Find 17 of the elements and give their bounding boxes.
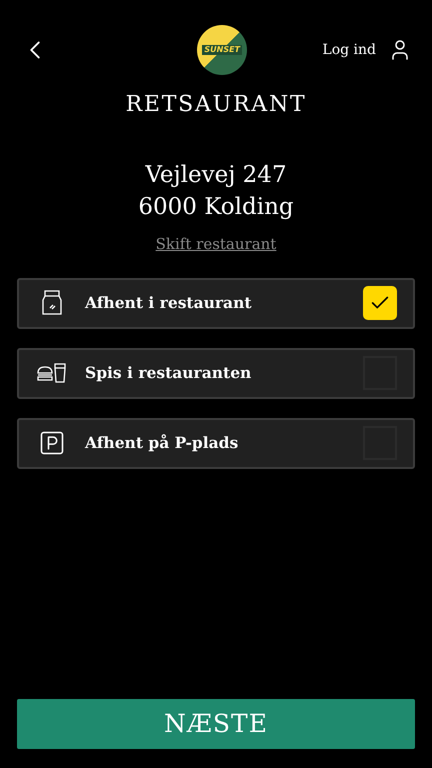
street-address: Vejlevej 247 [145, 161, 287, 190]
login-button[interactable]: Log ind [322, 40, 376, 60]
city-address: 6000 Kolding [138, 193, 294, 222]
option-label: Afhent i restaurant [85, 292, 253, 314]
option-row[interactable]: Afhent på P-plads [17, 418, 415, 468]
bag-icon [41, 290, 63, 316]
option-label: Afhent på P-plads [85, 432, 240, 454]
page-title: RETSAURANT [124, 91, 308, 119]
option-label: Spis i restauranten [85, 362, 252, 384]
option-row[interactable]: Spis i restauranten [17, 348, 415, 398]
logo: SUNSET [197, 25, 248, 75]
burger-drink-icon [37, 363, 67, 383]
next-button[interactable]: NÆSTE [17, 699, 415, 749]
checkbox[interactable] [363, 286, 397, 320]
change-restaurant-link[interactable]: Skift restaurant [156, 233, 276, 256]
parking-icon [38, 429, 66, 457]
option-row[interactable]: Afhent i restaurant [17, 278, 415, 328]
